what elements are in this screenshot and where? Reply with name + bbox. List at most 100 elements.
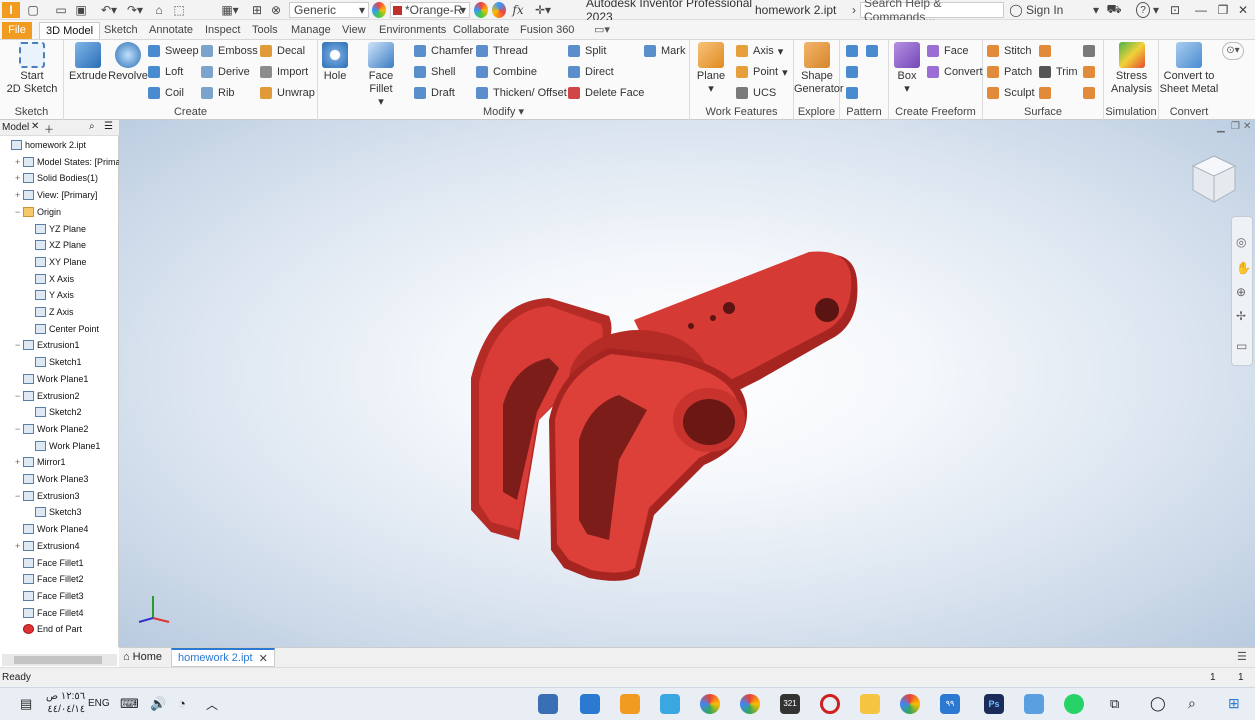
expand-toggle-icon[interactable]: + [15, 170, 23, 186]
tab-sketch[interactable]: Sketch [98, 22, 144, 39]
add-tab-icon[interactable]: ＋ [44, 121, 54, 136]
surface-tool-2-button[interactable] [1083, 42, 1100, 60]
close-icon[interactable]: ✕ [1236, 2, 1250, 18]
draft-button[interactable]: Draft [414, 84, 455, 102]
horizontal-scrollbar[interactable] [2, 654, 117, 666]
face-fillet-button[interactable]: Face Fillet ▾ [356, 42, 406, 109]
taskbar-whatsapp-icon[interactable] [1064, 694, 1084, 714]
new-file-icon[interactable]: ▢ [26, 2, 40, 18]
appearance-select[interactable]: *Orange-R ▾ [390, 2, 470, 18]
plane-button[interactable]: Plane ▾ [696, 42, 726, 96]
surface-tool-button[interactable] [1039, 42, 1056, 60]
measure-icon[interactable]: ⊞ [250, 2, 264, 18]
loft-button[interactable]: Loft [148, 63, 183, 81]
update-icon[interactable]: ▦▾ [220, 2, 240, 18]
browser-node[interactable]: − Extrusion3 [15, 488, 80, 504]
freeform-face-button[interactable]: Face [927, 42, 968, 60]
taskbar-chrome-3-icon[interactable] [900, 694, 920, 714]
viewport-minimize-icon[interactable]: ▁ [1217, 122, 1225, 133]
notifications-icon[interactable]: ▤ [20, 696, 32, 712]
help-search-input[interactable]: Search Help & Commands... [860, 0, 1004, 24]
tab-menu-icon[interactable]: ☰ [1237, 650, 1247, 663]
browser-node[interactable]: XY Plane [27, 254, 86, 270]
browser-node[interactable]: X Axis [27, 271, 74, 287]
taskbar-photoshop-icon[interactable]: Ps [984, 694, 1004, 714]
viewport-close-icon[interactable]: ✕ [1243, 121, 1251, 132]
expand-toggle-icon[interactable]: − [15, 388, 23, 404]
graphics-viewport[interactable]: ◎ ✋ ⊕ ✢ ▭ ▁ ❐ ✕ [119, 120, 1255, 647]
adjust-icon[interactable]: ⊗ [268, 2, 284, 18]
tab-3d-model[interactable]: 3D Model [39, 22, 101, 39]
search-icon[interactable]: ⌕ [1188, 695, 1196, 712]
trim-button[interactable]: Trim [1039, 63, 1078, 81]
inventor-logo-icon[interactable]: I [2, 2, 20, 18]
home-icon[interactable]: ⌂ [152, 2, 166, 18]
tab-environments[interactable]: Environments [373, 22, 452, 39]
restore-icon[interactable]: ❐ [1216, 2, 1230, 18]
browser-tab-model[interactable]: Model [2, 122, 29, 133]
sweep-button[interactable]: Sweep [148, 42, 199, 60]
start-2d-sketch-button[interactable]: Start 2D Sketch [6, 42, 58, 96]
steering-wheel-icon[interactable]: ◎ [1236, 235, 1246, 249]
taskbar-app-icon[interactable] [538, 694, 558, 714]
decal-button[interactable]: Decal [260, 42, 305, 60]
search-icon[interactable]: ⌕ [89, 121, 95, 132]
rib-button[interactable]: Rib [201, 84, 235, 102]
home-tab[interactable]: ⌂ Home [123, 651, 162, 663]
expand-toggle-icon[interactable]: + [15, 538, 23, 554]
browser-node[interactable]: − Work Plane2 [15, 421, 88, 437]
cart-icon[interactable]: ⛟ [1106, 2, 1122, 18]
import-button[interactable]: Import [260, 63, 308, 81]
point-button[interactable]: Point ▾ [736, 63, 788, 81]
zoom-icon[interactable]: ⊕ [1236, 285, 1246, 299]
mirror-button[interactable] [866, 42, 883, 60]
modify-panel-label[interactable]: Modify ▾ [318, 105, 689, 118]
taskbar-chrome-icon[interactable] [700, 694, 720, 714]
taskbar-app-2-icon[interactable] [580, 694, 600, 714]
panel-options-icon[interactable]: ▭▾ [588, 22, 616, 39]
user-icon[interactable]: ◯ [1009, 2, 1022, 18]
taskbar-mail-icon[interactable]: ٩٩ [940, 694, 960, 714]
stitch-button[interactable]: Stitch [987, 42, 1032, 60]
taskbar-calendar-icon[interactable]: 321 [780, 694, 800, 714]
wifi-icon[interactable]: ◔ [178, 696, 186, 711]
extend-button[interactable] [1039, 84, 1056, 102]
menu-icon[interactable]: ☰ [104, 121, 113, 132]
browser-node[interactable]: + Mirror1 [15, 454, 66, 470]
redo-icon[interactable]: ↷▾ [124, 2, 146, 18]
parameters-icon[interactable]: fx [510, 2, 526, 18]
customize-icon[interactable]: ✛▾ [530, 2, 556, 18]
surface-tool-3-button[interactable] [1083, 63, 1100, 81]
close-icon[interactable]: ✕ [31, 121, 39, 132]
chevron-up-icon[interactable]: ︿ [206, 696, 218, 713]
cortana-icon[interactable]: ◯ [1150, 695, 1166, 712]
browser-node[interactable]: Center Point [27, 321, 99, 337]
browser-node[interactable]: Work Plane1 [27, 438, 100, 454]
ribbon-options-icon[interactable]: ⊡ [1168, 2, 1182, 18]
chevron-right-icon[interactable]: › [850, 2, 858, 18]
close-icon[interactable]: ✕ [259, 652, 268, 665]
save-icon[interactable]: ▣ [74, 2, 88, 18]
appearance-icon[interactable] [372, 2, 386, 18]
convert-sheet-metal-button[interactable]: Convert to Sheet Metal [1159, 42, 1219, 96]
tab-tools[interactable]: Tools [246, 22, 284, 39]
derive-button[interactable]: Derive [201, 63, 250, 81]
doc-tab-homework[interactable]: homework 2.ipt ✕ [171, 648, 275, 667]
browser-node[interactable]: + Solid Bodies(1) [15, 170, 98, 186]
chamfer-button[interactable]: Chamfer [414, 42, 473, 60]
expand-toggle-icon[interactable]: + [15, 154, 23, 170]
tab-inspect[interactable]: Inspect [199, 22, 246, 39]
taskbar-chrome-2-icon[interactable] [740, 694, 760, 714]
tab-file[interactable]: File [2, 22, 32, 39]
sculpt-button[interactable]: Sculpt [987, 84, 1035, 102]
emboss-button[interactable]: Emboss [201, 42, 258, 60]
expand-toggle-icon[interactable]: − [15, 204, 23, 220]
shell-button[interactable]: Shell [414, 63, 455, 81]
box-button[interactable]: Box ▾ [891, 42, 923, 96]
chevron-down-icon[interactable]: ▾ [696, 83, 726, 96]
direct-button[interactable]: Direct [568, 63, 614, 81]
browser-node[interactable]: − Origin [15, 204, 61, 220]
browser-node[interactable]: − Extrusion1 [15, 337, 80, 353]
chevron-down-icon[interactable]: ▾ [1092, 2, 1100, 18]
browser-node[interactable]: Work Plane4 [15, 521, 88, 537]
